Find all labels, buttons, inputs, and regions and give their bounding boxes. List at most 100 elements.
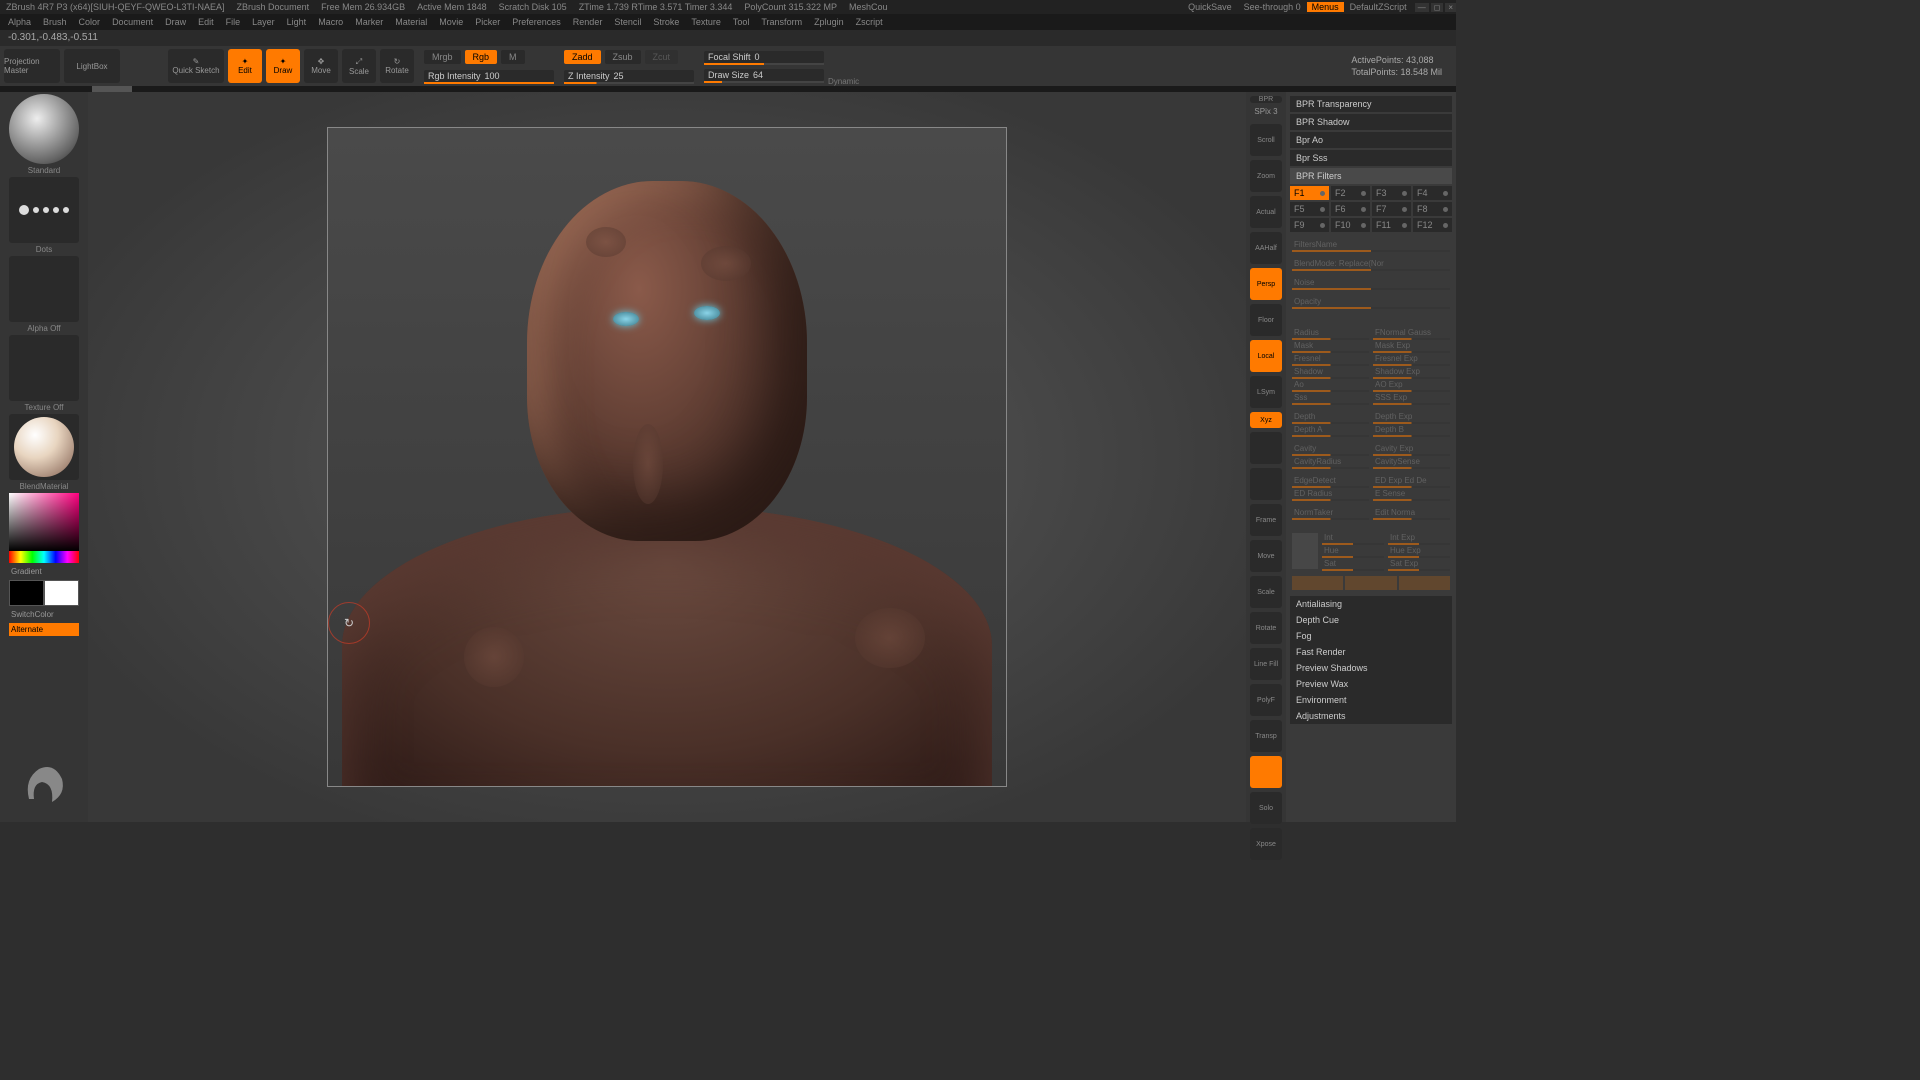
menus-toggle[interactable]: Menus [1307, 2, 1344, 12]
filter-f12[interactable]: F12 [1413, 218, 1452, 232]
filter-f1[interactable]: F1 [1290, 186, 1329, 200]
menu-zscript[interactable]: Zscript [856, 17, 883, 27]
filter-f10[interactable]: F10 [1331, 218, 1370, 232]
slider-cavity[interactable]: Cavity [1292, 442, 1369, 455]
draw-size-slider[interactable]: Draw Size64 [704, 69, 824, 81]
rotate-button[interactable]: ↻Rotate [380, 49, 414, 83]
zsub-toggle[interactable]: Zsub [605, 50, 641, 64]
slider-cavityradius[interactable]: CavityRadius [1292, 455, 1369, 468]
slider-sss[interactable]: Sss [1292, 391, 1369, 404]
section-preview-wax[interactable]: Preview Wax [1290, 676, 1452, 692]
rs-solo[interactable]: Solo [1250, 792, 1282, 824]
menu-texture[interactable]: Texture [691, 17, 721, 27]
bpr-sss-section[interactable]: Bpr Sss [1290, 150, 1452, 166]
rgb-toggle[interactable]: Rgb [465, 50, 498, 64]
filter-f9[interactable]: F9 [1290, 218, 1329, 232]
close-icon[interactable]: × [1445, 3, 1456, 12]
menu-light[interactable]: Light [287, 17, 307, 27]
slider-depth-b[interactable]: Depth B [1373, 423, 1450, 436]
seethrough-slider[interactable]: See-through 0 [1238, 2, 1307, 12]
filter-f5[interactable]: F5 [1290, 202, 1329, 216]
rs-btn18[interactable] [1250, 756, 1282, 788]
menu-render[interactable]: Render [573, 17, 603, 27]
menu-picker[interactable]: Picker [475, 17, 500, 27]
default-zscript[interactable]: DefaultZScript [1344, 2, 1413, 12]
spix-slider[interactable]: SPix 3 [1254, 107, 1277, 116]
bpr-shadow-section[interactable]: BPR Shadow [1290, 114, 1452, 130]
slider-int-exp[interactable]: Int Exp [1388, 531, 1450, 544]
rs-aahalf[interactable]: AAHalf [1250, 232, 1282, 264]
section-fast-render[interactable]: Fast Render [1290, 644, 1452, 660]
filter-f2[interactable]: F2 [1331, 186, 1370, 200]
menu-draw[interactable]: Draw [165, 17, 186, 27]
color-picker[interactable] [9, 493, 79, 563]
rs-move[interactable]: Move [1250, 540, 1282, 572]
slider-edgedetect[interactable]: EdgeDetect [1292, 474, 1369, 487]
rs-scroll[interactable]: Scroll [1250, 124, 1282, 156]
slider-ao[interactable]: Ao [1292, 378, 1369, 391]
alternate-button[interactable]: Alternate [9, 623, 79, 636]
rs-persp[interactable]: Persp [1250, 268, 1282, 300]
focal-shift-slider[interactable]: Focal Shift0 [704, 51, 824, 63]
edit-button[interactable]: ✦Edit [228, 49, 262, 83]
rs-floor[interactable]: Floor [1250, 304, 1282, 336]
menu-brush[interactable]: Brush [43, 17, 67, 27]
mrgb-toggle[interactable]: Mrgb [424, 50, 461, 64]
menu-tool[interactable]: Tool [733, 17, 750, 27]
filter-btn-2[interactable] [1345, 576, 1396, 590]
rs-rotate[interactable]: Rotate [1250, 612, 1282, 644]
bpr-render-button[interactable]: BPR [1250, 96, 1282, 103]
slider-ed-radius[interactable]: ED Radius [1292, 487, 1369, 500]
gradient-toggle[interactable]: Gradient [9, 565, 79, 578]
bpr-filters-section[interactable]: BPR Filters [1290, 168, 1452, 184]
filter-f6[interactable]: F6 [1331, 202, 1370, 216]
slider-edit-norma[interactable]: Edit Norma [1373, 506, 1450, 519]
texture-selector[interactable] [9, 335, 79, 401]
filter-f4[interactable]: F4 [1413, 186, 1452, 200]
quicksave-button[interactable]: QuickSave [1182, 2, 1238, 12]
filter-f8[interactable]: F8 [1413, 202, 1452, 216]
menu-document[interactable]: Document [112, 17, 153, 27]
rs-xyz[interactable]: Xyz [1250, 412, 1282, 428]
filter-name[interactable]: FiltersName [1292, 238, 1450, 251]
quicksketch-button[interactable]: ✎Quick Sketch [168, 49, 224, 83]
slider-hue-exp[interactable]: Hue Exp [1388, 544, 1450, 557]
brush-selector[interactable] [9, 94, 79, 164]
rs-btn10[interactable] [1250, 468, 1282, 500]
rs-local[interactable]: Local [1250, 340, 1282, 372]
slider-shadow-exp[interactable]: Shadow Exp [1373, 365, 1450, 378]
menu-movie[interactable]: Movie [439, 17, 463, 27]
slider-depth-exp[interactable]: Depth Exp [1373, 410, 1450, 423]
slider-hue[interactable]: Hue [1322, 544, 1384, 557]
color-swatches[interactable] [9, 580, 79, 606]
filter-f3[interactable]: F3 [1372, 186, 1411, 200]
bpr-ao-section[interactable]: Bpr Ao [1290, 132, 1452, 148]
menu-color[interactable]: Color [79, 17, 101, 27]
slider-depth-a[interactable]: Depth A [1292, 423, 1369, 436]
rgb-intensity-slider[interactable]: Rgb Intensity100 [424, 70, 554, 82]
m-toggle[interactable]: M [501, 50, 525, 64]
opacity-slider[interactable]: Opacity [1292, 295, 1450, 308]
rs-polyf[interactable]: PolyF [1250, 684, 1282, 716]
slider-normtaker[interactable]: NormTaker [1292, 506, 1369, 519]
section-adjustments[interactable]: Adjustments [1290, 708, 1452, 724]
rs-frame[interactable]: Frame [1250, 504, 1282, 536]
slider-mask-exp[interactable]: Mask Exp [1373, 339, 1450, 352]
canvas[interactable] [88, 92, 1246, 822]
slider-int[interactable]: Int [1322, 531, 1384, 544]
menu-zplugin[interactable]: Zplugin [814, 17, 844, 27]
menu-macro[interactable]: Macro [318, 17, 343, 27]
slider-fresnel-exp[interactable]: Fresnel Exp [1373, 352, 1450, 365]
z-intensity-slider[interactable]: Z Intensity25 [564, 70, 694, 82]
menu-marker[interactable]: Marker [355, 17, 383, 27]
filter-f11[interactable]: F11 [1372, 218, 1411, 232]
slider-fnormal-gauss[interactable]: FNormal Gauss [1373, 326, 1450, 339]
max-icon[interactable]: ◻ [1431, 3, 1444, 12]
slider-ed-exp--ed-de[interactable]: ED Exp Ed De [1373, 474, 1450, 487]
min-icon[interactable]: — [1415, 3, 1429, 12]
scale-button[interactable]: ⤢Scale [342, 49, 376, 83]
slider-sss-exp[interactable]: SSS Exp [1373, 391, 1450, 404]
menu-material[interactable]: Material [395, 17, 427, 27]
rs-lsym[interactable]: LSym [1250, 376, 1282, 408]
slider-fresnel[interactable]: Fresnel [1292, 352, 1369, 365]
